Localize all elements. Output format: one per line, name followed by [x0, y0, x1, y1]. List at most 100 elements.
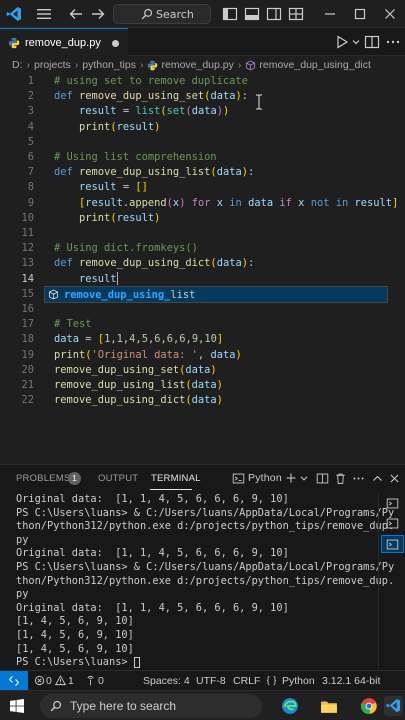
warning-count[interactable]: 1	[68, 675, 74, 687]
menu-icon[interactable]	[36, 6, 52, 22]
chevron-right-icon: ›	[26, 59, 31, 71]
taskbar-search-box[interactable]: Type here to search	[40, 694, 262, 718]
chrome-browser-icon[interactable]	[360, 697, 378, 715]
remote-connection-icon	[9, 676, 19, 686]
code-line: 21 remove_dup_using_list(data)	[21, 379, 223, 391]
terminal-name[interactable]: Python	[248, 472, 282, 484]
terminal-line: [1, 4, 5, 6, 9, 10]	[16, 642, 134, 655]
split-editor-icon[interactable]	[364, 34, 380, 50]
chevron-up-icon[interactable]	[371, 472, 384, 485]
code-line: 2 def remove_dup_using_set(data):	[27, 90, 248, 103]
status-bar: 0 1 0 Spaces: 4 UTF-8 CRLF Python 3.12.1…	[0, 670, 405, 691]
minimize-icon[interactable]	[322, 6, 338, 22]
breadcrumb-file[interactable]: remove_dup.py	[161, 59, 233, 71]
windows-taskbar: Type here to search	[0, 690, 405, 720]
tab-output[interactable]: OUTPUT	[98, 473, 138, 484]
terminal-icon[interactable]	[386, 497, 399, 510]
windows-start-icon[interactable]	[10, 699, 24, 713]
maximize-icon[interactable]	[352, 6, 368, 22]
toggle-panel-icon[interactable]	[244, 6, 260, 22]
code-line: 6 # Using list comprehension	[27, 151, 217, 163]
vscode-logo-icon	[6, 7, 21, 21]
chevron-right-icon: ›	[237, 59, 242, 71]
toggle-secondary-sidebar-icon[interactable]	[266, 6, 282, 22]
terminal-line: Original data: [1, 1, 4, 5, 6, 6, 6, 9, …	[16, 493, 289, 505]
code-line: 10 print(result)	[21, 211, 161, 224]
autocomplete-suggestion[interactable]: remove_dup_using_ list	[44, 286, 388, 303]
code-line: 9 [result.append(x) for x in data if x n…	[27, 196, 399, 209]
file-explorer-icon[interactable]	[320, 697, 338, 715]
more-actions-icon[interactable]	[352, 472, 365, 485]
edge-browser-icon[interactable]	[281, 697, 299, 715]
vscode-logo-icon	[386, 698, 401, 713]
unsaved-dot-icon[interactable]	[112, 40, 119, 47]
breadcrumb-folder-python-tips[interactable]: python_tips	[82, 59, 136, 71]
terminal-line: py	[16, 588, 29, 601]
terminal-line: Original data: [1, 1, 4, 5, 6, 6, 6, 9, …	[16, 547, 289, 560]
vscode-taskbar-button[interactable]	[384, 696, 403, 716]
command-center-search[interactable]: Search	[113, 4, 211, 24]
close-icon[interactable]	[382, 6, 398, 22]
back-arrow-icon[interactable]	[68, 6, 84, 22]
terminal-icon[interactable]	[386, 517, 399, 530]
encoding-setting[interactable]: UTF-8	[196, 675, 226, 687]
forward-arrow-icon[interactable]	[90, 6, 106, 22]
terminal-line: PS C:\Users\luans> & C:/Users/luans/AppD…	[16, 506, 395, 519]
taskbar-search-placeholder: Type here to search	[70, 699, 177, 713]
panel-tabs: PROBLEMS 1 OUTPUT TERMINAL Python	[0, 465, 405, 491]
terminal-line: PS C:\Users\luans> & C:/Users/luans/AppD…	[16, 560, 395, 573]
tab-problems[interactable]: PROBLEMS	[16, 473, 70, 484]
terminal-line: py	[16, 533, 29, 546]
breadcrumb-symbol[interactable]: remove_dup_using_dict	[259, 59, 371, 71]
tab-remove-dup[interactable]: remove_dup.py	[0, 28, 128, 56]
breadcrumb-folder-projects[interactable]: projects	[34, 59, 71, 71]
terminal-line: thon/Python312/python.exe d:/projects/py…	[16, 520, 395, 533]
customize-layout-icon[interactable]	[288, 6, 304, 22]
terminal-prompt-line: PS C:\Users\luans>	[16, 656, 378, 670]
indentation-setting[interactable]: Spaces: 4	[143, 675, 190, 687]
more-actions-icon[interactable]	[385, 34, 401, 50]
problems-count-badge: 1	[68, 472, 81, 485]
code-line-current: 14 result	[0, 272, 405, 287]
code-line: 12 # Using dict.fromkeys()	[21, 242, 198, 255]
run-dropdown-chevron-icon[interactable]	[348, 34, 364, 50]
breadcrumb: D: › projects › python_tips › remove_dup…	[0, 56, 405, 74]
code-line: 3 result = list(set(data))	[27, 105, 230, 118]
close-panel-icon[interactable]	[388, 472, 401, 485]
search-icon	[141, 8, 153, 20]
python-file-icon	[148, 60, 158, 70]
text-cursor	[116, 272, 118, 286]
chevron-down-icon[interactable]	[299, 473, 309, 483]
error-icon	[34, 675, 45, 686]
code-line: 4 print(result)	[27, 120, 161, 133]
breadcrumb-drive[interactable]: D:	[12, 59, 23, 71]
split-terminal-icon[interactable]	[316, 472, 329, 485]
code-line: 1 # using set to remove duplicate	[27, 75, 248, 87]
eol-setting[interactable]: CRLF	[233, 675, 260, 687]
toggle-sidebar-icon[interactable]	[222, 6, 238, 22]
error-count[interactable]: 0	[46, 675, 52, 687]
method-cube-icon	[246, 60, 256, 70]
terminal-line: Original data: [1, 1, 4, 5, 6, 6, 6, 9, …	[16, 601, 289, 614]
ports-count[interactable]: 0	[98, 675, 104, 687]
code-line: 11	[21, 227, 34, 239]
active-tab-indicator	[150, 489, 192, 490]
terminal-cursor	[133, 656, 140, 668]
remote-indicator[interactable]	[0, 671, 28, 691]
language-mode[interactable]: Python	[282, 675, 315, 687]
code-line: 18 data = [1,1,4,5,6,6,6,9,10]	[21, 333, 224, 346]
suggestion-rest: list	[170, 288, 196, 301]
terminal-line: thon/Python312/python.exe d:/projects/py…	[16, 574, 395, 587]
bottom-panel: PROBLEMS 1 OUTPUT TERMINAL Python Origin…	[0, 464, 405, 671]
code-editor[interactable]: 1 # using set to remove duplicate 2 def re…	[0, 74, 405, 464]
tab-terminal[interactable]: TERMINAL	[151, 473, 201, 484]
chevron-right-icon: ›	[74, 59, 79, 71]
code-line: 13 def remove_dup_using_dict(data):	[21, 257, 255, 270]
new-terminal-plus-icon[interactable]	[285, 472, 297, 484]
suggestion-match: remove_dup_using_	[64, 288, 171, 301]
python-interpreter[interactable]: 3.12.1 64-bit	[322, 675, 380, 687]
terminal-output[interactable]: Original data: [1, 1, 4, 5, 6, 6, 6, 9, …	[0, 493, 395, 671]
terminal-icon	[386, 539, 399, 550]
trash-icon[interactable]	[334, 472, 347, 485]
terminal-list-item-active[interactable]	[381, 535, 404, 553]
